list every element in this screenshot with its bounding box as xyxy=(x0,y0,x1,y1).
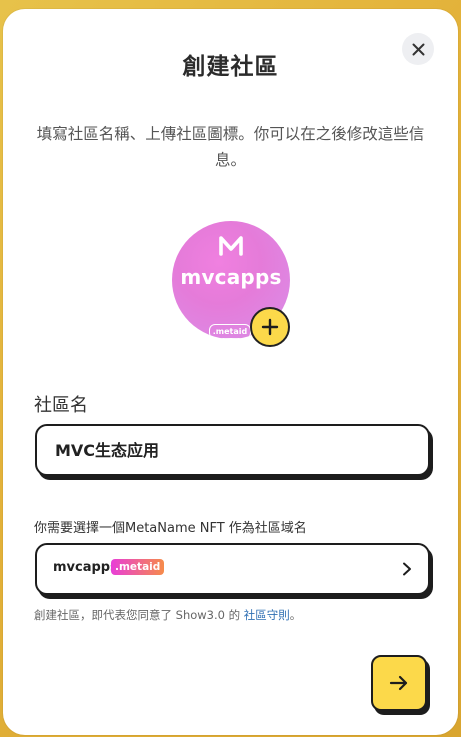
terms-note: 創建社區，即代表您同意了 Show3.0 的 社區守則。 xyxy=(34,607,301,623)
close-button[interactable] xyxy=(402,33,434,65)
terms-note-end: 。 xyxy=(289,608,302,622)
create-community-modal: 創建社區 填寫社區名稱、上傳社區圖標。你可以在之後修改這些信息。 mvcapps… xyxy=(3,9,458,735)
app-background: 創建社區 填寫社區名稱、上傳社區圖標。你可以在之後修改這些信息。 mvcapps… xyxy=(0,0,461,737)
community-rules-link[interactable]: 社區守則 xyxy=(244,608,290,622)
next-button[interactable] xyxy=(371,655,427,711)
plus-icon xyxy=(261,318,279,336)
selected-nft-name: mvcapps xyxy=(53,560,118,575)
chevron-right-icon xyxy=(403,562,411,576)
metaid-m-logo-icon xyxy=(219,236,243,256)
modal-title: 創建社區 xyxy=(182,54,279,80)
selected-nft-tag: .metaid xyxy=(111,559,165,575)
community-avatar-uploader: mvcapps .metaid xyxy=(172,221,290,347)
community-name-field xyxy=(35,424,430,476)
community-name-label: 社區名 xyxy=(34,395,88,416)
arrow-right-icon xyxy=(389,675,408,691)
community-name-input[interactable] xyxy=(53,426,417,472)
metaname-nft-label: 你需要選擇一個MetaName NFT 作為社區域名 xyxy=(34,521,307,536)
modal-description: 填寫社區名稱、上傳社區圖標。你可以在之後修改這些信息。 xyxy=(36,125,425,169)
terms-note-text: 創建社區，即代表您同意了 Show3.0 的 xyxy=(34,608,244,622)
close-icon xyxy=(412,43,424,55)
upload-avatar-button[interactable] xyxy=(250,307,290,347)
metaname-nft-selector[interactable]: mvcapps .metaid xyxy=(35,543,430,595)
avatar-community-name: mvcapps xyxy=(180,265,282,289)
avatar-metaid-tag: .metaid xyxy=(209,324,251,339)
